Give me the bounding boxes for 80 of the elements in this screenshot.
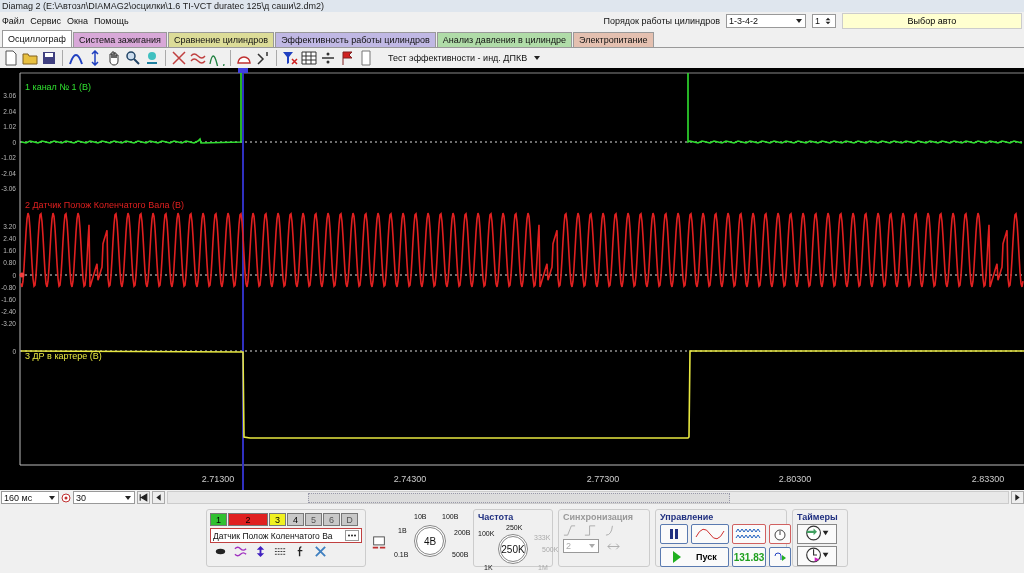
save-icon[interactable] [41,50,57,66]
time-axis-label: 2.80300 [778,474,812,484]
search-icon[interactable] [125,50,141,66]
tab[interactable]: Сравнение цилиндров [167,32,275,47]
flag-icon[interactable] [339,50,355,66]
channel-button[interactable]: 1 [210,513,227,526]
lines-icon[interactable] [274,545,287,558]
auto-play-button[interactable] [769,547,791,567]
hook-play-icon [773,550,787,564]
play-icon [672,550,683,564]
caret-icon[interactable] [48,493,56,502]
sine-button[interactable] [691,524,729,544]
sine-wave-icon [695,527,725,541]
cylinder-order-label: Порядок работы цилиндров [603,16,720,26]
signal-icon[interactable] [144,50,160,66]
channel-button[interactable]: 5 [305,513,322,526]
time-axis-label: 2.77300 [586,474,620,484]
tab[interactable]: Электропитание [573,32,654,47]
grid-icon[interactable] [301,50,317,66]
channel-button[interactable]: 2 [228,513,268,526]
start-button[interactable]: Пуск [660,547,729,567]
menu-item[interactable]: Файл [2,16,25,26]
scroll-left-icon[interactable] [152,491,165,504]
frequency-title: Частота [478,512,515,522]
caret-icon[interactable] [124,493,132,502]
voltage-knob[interactable]: 4В [414,525,446,557]
menu-item[interactable]: Сервис [30,16,61,26]
menu-item[interactable]: Окна [66,16,88,26]
test-dropdown[interactable]: Тест эффективности - инд. ДПКВ [385,53,545,63]
cylinder-spinner[interactable]: 1 [812,14,836,28]
target-icon [61,492,71,503]
cursor-marker-icon[interactable] [238,68,248,73]
trigger-point-icon [19,272,25,278]
pause-button[interactable] [660,524,688,544]
channel-label: 2 Датчик Полож Коленчатого Вала (В) [25,200,184,210]
auto-button[interactable] [769,524,791,544]
waveform-button[interactable] [732,524,766,544]
filter-icon[interactable] [282,50,298,66]
select-car-button[interactable]: Выбор авто [842,13,1022,29]
timer-start-button[interactable] [797,524,837,544]
frequency-knob[interactable]: 250K [498,534,528,564]
channel-name-field[interactable]: Датчик Полож Коленчатого Ва [210,528,362,543]
channel-label: 3 ДР в картере (В) [25,351,102,361]
hand-icon[interactable] [106,50,122,66]
tab[interactable]: Система зажигания [73,32,167,47]
ellipsis-icon[interactable] [345,530,359,541]
tab[interactable]: Эффективность работы цилиндров [275,32,436,47]
wave-icon[interactable] [190,50,206,66]
timebase-dropdown[interactable]: 160 мс [1,491,59,504]
wave-icon[interactable] [234,545,247,558]
cylinder-order-dropdown[interactable]: 1-3-4-2 [726,14,806,28]
caret-icon[interactable] [795,17,803,25]
control-title: Управление [660,512,715,522]
divide-icon[interactable] [320,50,336,66]
scroll-right-icon[interactable] [1011,491,1024,504]
time-axis-label: 2.83300 [971,474,1005,484]
pause-icon [667,527,681,541]
timer-stop-button[interactable] [797,546,837,566]
time-axis-label: 2.71300 [201,474,235,484]
first-page-icon[interactable] [137,491,150,504]
tab[interactable]: Анализ давления в цилиндре [436,32,573,47]
timers-title: Таймеры [797,512,838,522]
window-title: Diamag 2 (E:\Автозл\DIAMAG2\осцилки\1.6 TI-VCT duratec 125\д саши\2.dm2) [2,1,325,11]
tab[interactable]: Осциллограф [2,30,72,47]
channel-button[interactable]: 6 [323,513,340,526]
caret-icon[interactable] [533,54,542,62]
scrollbar-thumb[interactable] [308,493,730,503]
up-down-arrows-icon[interactable] [824,17,832,25]
channel-label: 1 канал № 1 (В) [25,82,92,92]
new-file-icon[interactable] [3,50,19,66]
vertical-arrows-icon[interactable] [254,545,267,558]
points-dropdown[interactable]: 30 [73,491,135,504]
channel-button[interactable]: D [341,513,358,526]
menu-item[interactable]: Помощь [93,16,129,26]
gauge-icon [773,527,787,541]
channel-button[interactable]: 4 [287,513,304,526]
frequency-reading: 131.83 [732,547,766,567]
channel-button[interactable]: 3 [269,513,286,526]
sync-title: Синхронизация [563,512,635,522]
time-axis-label: 2.74300 [393,474,427,484]
